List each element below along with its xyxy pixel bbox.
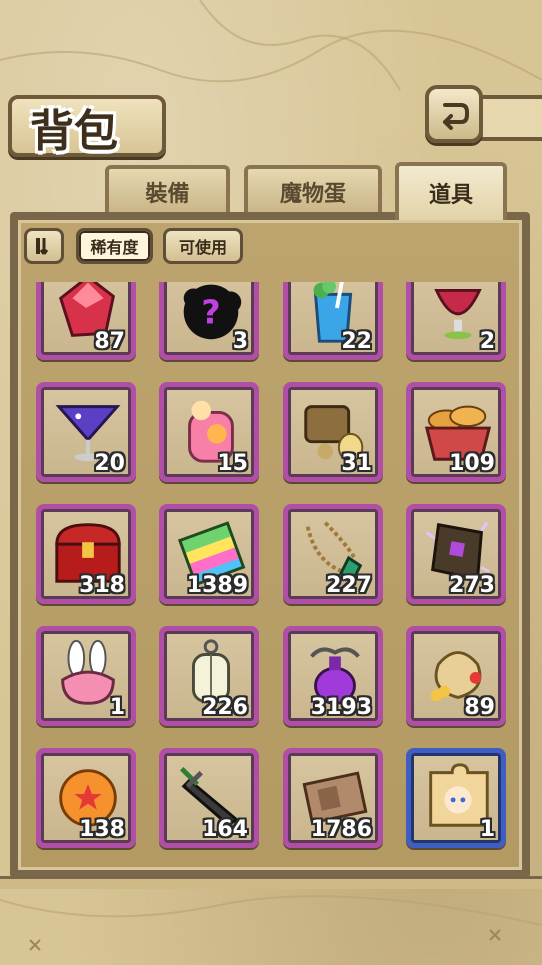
item-slot[interactable]: 2: [406, 282, 506, 360]
item-slot[interactable]: 20: [36, 382, 136, 482]
item-count: 109: [449, 451, 495, 476]
page-title: 背包: [30, 106, 118, 157]
item-count: 227: [326, 573, 372, 598]
return-arrow-icon: [443, 103, 469, 130]
back-button[interactable]: [425, 85, 483, 143]
item-grid[interactable]: 87 ? 3 22 2 20 15 31 109 318 1389 227 27…: [26, 282, 516, 862]
item-count: 2: [479, 329, 495, 354]
item-count: 1: [109, 695, 125, 720]
item-count: 20: [94, 451, 125, 476]
item-slot[interactable]: 1389: [159, 504, 259, 604]
svg-text:?: ?: [201, 293, 220, 332]
back-control[interactable]: [425, 85, 542, 143]
item-count: 1389: [186, 573, 248, 598]
item-slot[interactable]: 1: [36, 626, 136, 726]
item-slot[interactable]: ? 3: [159, 282, 259, 360]
item-slot[interactable]: 1786: [283, 748, 383, 848]
item-slot[interactable]: 273: [406, 504, 506, 604]
item-count: 31: [341, 451, 372, 476]
item-count: 138: [79, 817, 125, 842]
item-count: 3: [232, 329, 248, 354]
item-count: 226: [202, 695, 248, 720]
item-count: 318: [79, 573, 125, 598]
item-slot[interactable]: 109: [406, 382, 506, 482]
item-count: 1: [479, 817, 495, 842]
item-count: 89: [464, 695, 495, 720]
item-count: 273: [449, 573, 495, 598]
item-slot[interactable]: 164: [159, 748, 259, 848]
panel-bottom-strip: [0, 876, 542, 889]
tab-monster-eggs[interactable]: 魔物蛋: [244, 165, 382, 215]
item-count: 164: [202, 817, 248, 842]
item-count: 87: [94, 329, 125, 354]
item-slot[interactable]: 226: [159, 626, 259, 726]
filter-label: 稀有度: [90, 238, 139, 257]
item-slot[interactable]: 318: [36, 504, 136, 604]
filter-rarity-button[interactable]: 稀有度: [76, 228, 153, 264]
item-slot[interactable]: 3193: [283, 626, 383, 726]
item-slot[interactable]: 89: [406, 626, 506, 726]
item-slot[interactable]: 31: [283, 382, 383, 482]
item-slot[interactable]: 138: [36, 748, 136, 848]
sort-order-icon: [36, 238, 49, 255]
tab-label: 道具: [428, 183, 473, 208]
item-slot[interactable]: 15: [159, 382, 259, 482]
item-count: 1786: [310, 817, 372, 842]
item-count: 3193: [310, 695, 372, 720]
tab-equipment[interactable]: 裝備: [105, 165, 230, 215]
filter-label: 可使用: [178, 238, 227, 257]
item-slot[interactable]: 22: [283, 282, 383, 360]
tab-items[interactable]: 道具: [395, 162, 507, 220]
filter-usable-button[interactable]: 可使用: [163, 228, 243, 264]
sort-toggle-button[interactable]: [24, 228, 64, 264]
tab-label: 裝備: [145, 182, 190, 207]
tab-label: 魔物蛋: [279, 182, 346, 207]
item-count: 15: [217, 451, 248, 476]
item-slot[interactable]: 1: [406, 748, 506, 848]
item-slot[interactable]: 227: [283, 504, 383, 604]
item-slot[interactable]: 87: [36, 282, 136, 360]
item-count: 22: [341, 329, 372, 354]
